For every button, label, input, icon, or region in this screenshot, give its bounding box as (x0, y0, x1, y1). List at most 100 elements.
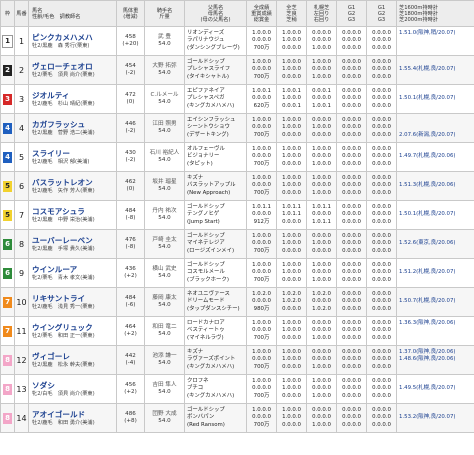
stat-value: 0.0.0.0 (312, 131, 331, 138)
dam-sire-name: (マイネルラヴ) (187, 334, 224, 341)
time-1600: 1.36.3(阪神,良/20.06) (399, 319, 456, 326)
stat-value: 1.0.0.0 (312, 392, 331, 399)
jockey-weight: 54.0 (158, 302, 171, 308)
stat-value: 1.0.0.0 (312, 160, 331, 167)
pedigree-cell: リオンディーズ ラパリナウジュ (ダンシングブレーヴ) (184, 26, 247, 56)
jockey-name[interactable]: 池添 謙一 (146, 353, 184, 360)
header-time-c: 芝2000m持時計 (399, 16, 439, 23)
time-2000: 2.07.6(新潟,良/20.07) (399, 131, 456, 138)
stat-value: 0.0.0.0 (252, 414, 271, 421)
horse-sex-trainer: 牡2/栗毛 和田 正一(栗東) (32, 332, 95, 339)
stat-cell-1: 1.0.0.0 0.0.0.0 700万 (246, 113, 277, 143)
horse-name-link[interactable]: ヴェローチェオロ (32, 62, 116, 72)
jockey-name[interactable]: 大野 拓弥 (146, 63, 184, 70)
jockey-name[interactable]: 坂井 瑠星 (146, 179, 184, 186)
stat-cell-4: 0.0.0.0 0.0.0.0 0.0.0.0 (336, 55, 367, 85)
horse-sex-trainer: 牝2/白毛 須貝 尚介(栗東) (32, 390, 95, 397)
stat-cell-4: 0.0.0.0 0.0.0.0 0.0.0.0 (336, 171, 367, 201)
stat-value: 0.0.0.0 (282, 218, 301, 225)
stat-value: 1.0.0.0 (312, 334, 331, 341)
horse-name-link[interactable]: ウイングリュック (32, 323, 116, 333)
horse-name-link[interactable]: アオイゴールド (32, 410, 116, 420)
horse-sex-trainer: 牡2/鹿毛 杉山 晴紀(栗東) (32, 100, 95, 107)
stat-value: 1.0.0.0 (282, 145, 301, 152)
stat-value: 0.0.0.0 (342, 182, 361, 189)
weight-diff: (-2) (125, 128, 136, 134)
horse-number: 9 (14, 258, 29, 288)
horse-name-link[interactable]: ウインルーア (32, 265, 116, 275)
stat-value: 0.0.0.0 (252, 240, 271, 247)
stat-value: 0.0.0.0 (312, 153, 331, 160)
stat-value: 0.0.0.0 (342, 124, 361, 131)
stat-value: 1.0.2.0 (252, 290, 271, 297)
jockey-name[interactable]: 和田 竜二 (146, 324, 184, 331)
stat-value: 700万 (253, 247, 270, 254)
horse-name-link[interactable]: カガフラッシュ (32, 120, 116, 130)
dam-sire-name: (キングカメハメハ) (187, 392, 235, 399)
stat-value: 1.0.0.0 (282, 124, 301, 131)
horse-cell: ユーバーレーベン 牝2/黒鹿 手塚 貴久(美浦) (28, 229, 117, 259)
entry-table: 枠 馬番 馬名 性齢/毛色 調教師名 馬体重 (増減) 騎手名 斤量 父馬名 母… (0, 0, 474, 433)
jockey-name[interactable]: 団野 大成 (146, 411, 184, 418)
stat-value: 1.0.2.0 (312, 290, 331, 297)
stat-cell-5: 0.0.0.0 0.0.0.0 0.0.0.0 (366, 316, 397, 346)
stat-cell-1: 1.0.0.0 0.0.0.0 700万 (246, 171, 277, 201)
horse-name-link[interactable]: ヴィゴーレ (32, 352, 116, 362)
stat-value: 0.0.0.0 (342, 174, 361, 181)
time-1800: 1.51.2(札幌,良/20.07) (399, 269, 456, 276)
stat-cell-3: 1.0.2.0 0.0.0.0 1.0.2.0 (306, 287, 337, 317)
stat-value: 0.0.0.0 (372, 29, 391, 36)
stat-value: 1.0.0.0 (282, 66, 301, 73)
header-jockey: 騎手名 斤量 (144, 0, 185, 27)
horse-name-link[interactable]: ユーバーレーベン (32, 236, 116, 246)
table-header: 枠 馬番 馬名 性齢/毛色 調教師名 馬体重 (増減) 騎手名 斤量 父馬名 母… (0, 0, 474, 27)
table-row: 7 10 リキサントライ 牡2/鹿毛 浅見 秀一(栗東) 484 (-6) 藤岡… (0, 287, 474, 317)
horse-name-link[interactable]: ピンクカメハメハ (32, 33, 116, 43)
jockey-name[interactable]: 吉田 隼人 (146, 382, 184, 389)
header-stat-1: 全成績 重賞成績 総賞金 (246, 0, 277, 27)
table-row: 5 6 バスラットレオン 牡2/鹿毛 矢作 芳人(栗東) 462 (0) 坂井 … (0, 171, 474, 201)
horse-number: 7 (14, 200, 29, 230)
stat-value: 0.0.0.0 (282, 305, 301, 312)
waku-cell: 5 (0, 200, 15, 230)
jockey-name[interactable]: 武 豊 (146, 34, 184, 41)
header-stat-3-c: 右回り (313, 16, 330, 23)
stat-cell-4: 0.0.0.0 0.0.0.0 0.0.0.0 (336, 374, 367, 404)
jockey-name[interactable]: 藤岡 康太 (146, 295, 184, 302)
jockey-name[interactable]: 横山 武史 (146, 266, 184, 273)
stat-value: 1.0.0.0 (312, 189, 331, 196)
stat-value: 0.0.0.0 (252, 37, 271, 44)
weight-cell: 464 (+2) (116, 316, 145, 346)
horse-name-link[interactable]: ソダシ (32, 381, 116, 391)
stat-cell-5: 0.0.0.0 0.0.0.0 0.0.0.0 (366, 142, 397, 172)
dam-name: ラパリナウジュ (187, 37, 225, 44)
stat-cell-2: 1.0.0.0 1.0.0.0 0.0.0.0 (276, 229, 307, 259)
waku-cell: 4 (0, 142, 15, 172)
time-2000 (399, 103, 474, 111)
stat-value: 0.0.0.0 (372, 124, 391, 131)
horse-name-link[interactable]: ジオルティ (32, 91, 116, 101)
horse-name-link[interactable]: バスラットレオン (32, 178, 116, 188)
horse-number: 3 (14, 84, 29, 114)
waku-cell: 7 (0, 316, 15, 346)
jockey-name[interactable]: 戸崎 圭太 (146, 237, 184, 244)
horse-name-link[interactable]: スライリー (32, 149, 116, 159)
horse-name-link[interactable]: コスモアシュラ (32, 207, 116, 217)
jockey-name[interactable]: 丹内 祐次 (146, 208, 184, 215)
jockey-name[interactable]: C.ルメール (146, 92, 184, 99)
stat-value: 0.0.0.0 (342, 203, 361, 210)
stat-value: 0.0.0.0 (342, 327, 361, 334)
horse-weight: 456 (125, 382, 136, 388)
stat-cell-3: 0.0.0.1 0.0.0.0 1.0.0.1 (306, 84, 337, 114)
stat-value: 0.0.0.0 (342, 414, 361, 421)
stat-value: 1.0.0.0 (282, 232, 301, 239)
stat-value: 0.0.0.0 (372, 58, 391, 65)
time-cell: 1.51.2(札幌,良/20.07) (396, 258, 474, 288)
horse-name-link[interactable]: リキサントライ (32, 294, 116, 304)
jockey-name[interactable]: 江田 照男 (146, 121, 184, 128)
horse-cell: ウインルーア 牝2/栗毛 青木 孝文(美浦) (28, 258, 117, 288)
horse-cell: コスモアシュラ 牡2/黒鹿 中野 栄治(美浦) (28, 200, 117, 230)
jockey-cell: 大野 拓弥 54.0 (144, 55, 185, 85)
jockey-weight: 54.0 (158, 389, 171, 395)
jockey-name[interactable]: 石川 裕紀人 (146, 150, 184, 157)
